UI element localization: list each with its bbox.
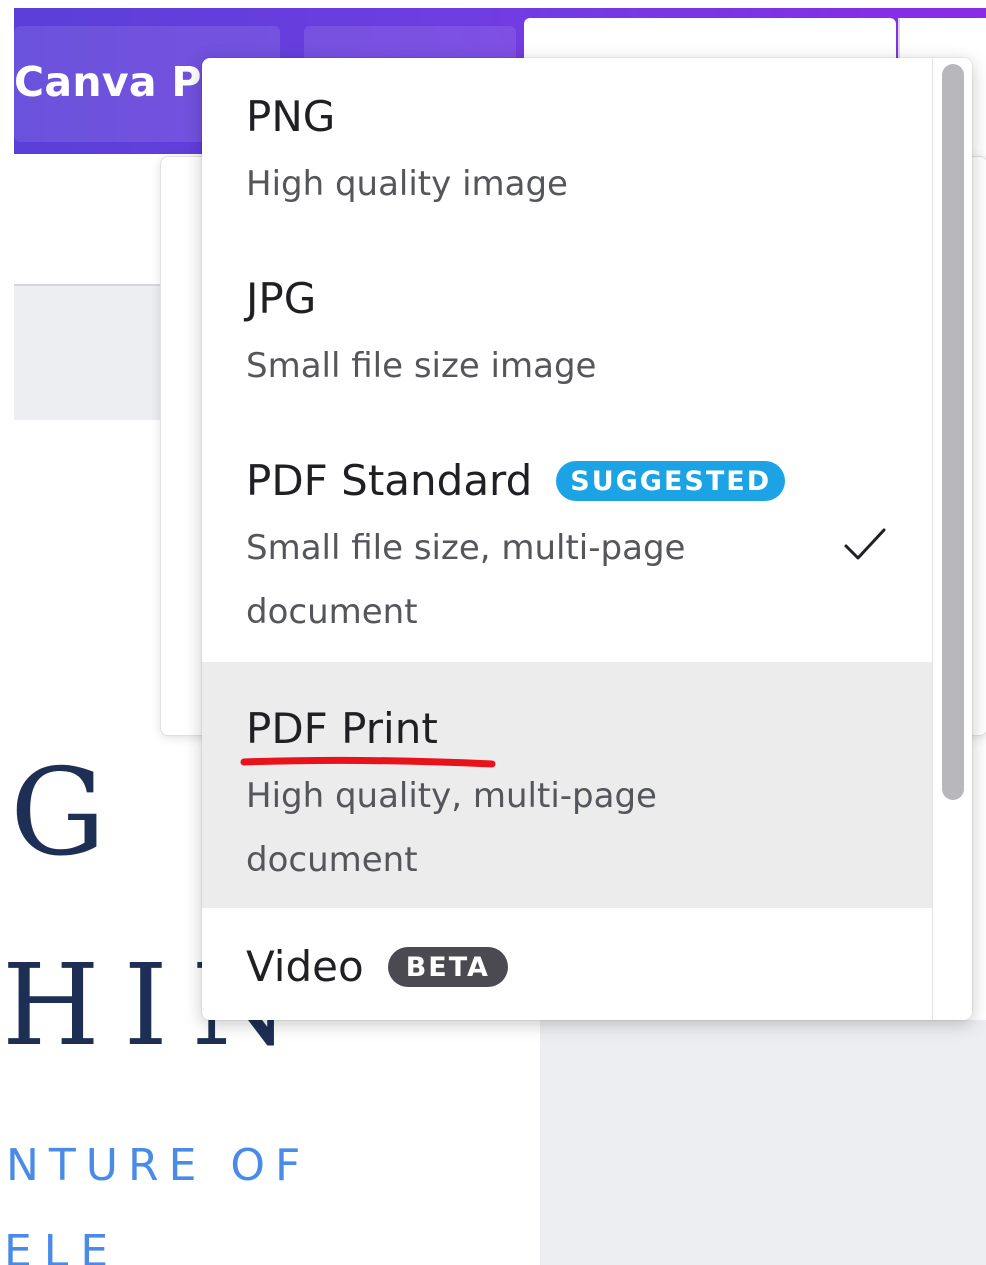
option-title: JPG [246, 274, 317, 323]
option-title: Video [246, 942, 364, 991]
option-description: Small file size, multi-page document [246, 528, 686, 632]
file-type-option-pdf-print[interactable]: PDF Print High quality, multi-page docum… [202, 662, 932, 908]
suggested-badge: SUGGESTED [556, 461, 786, 501]
beta-badge: BETA [387, 947, 508, 987]
option-title: PNG [246, 92, 336, 141]
file-type-option-pdf-standard[interactable]: PDF Standard SUGGESTED Small file size, … [202, 422, 932, 662]
option-description: Small file size image [246, 346, 597, 386]
editor-canvas-background [540, 1020, 986, 1265]
checkmark-icon [844, 528, 886, 560]
option-title: PDF Print [246, 704, 438, 753]
file-type-option-png[interactable]: PNG High quality image [202, 58, 932, 240]
dropdown-scrollbar-thumb[interactable] [942, 64, 964, 800]
file-type-dropdown: PNG High quality image JPG Small file si… [202, 58, 972, 1020]
option-description: High quality image [246, 164, 568, 204]
design-heading-letter[interactable]: G [10, 754, 106, 874]
canva-editor: G HIN NTURE OF ELE Canva Pro ▾ PNG High … [0, 0, 986, 1265]
option-title: PDF Standard [246, 456, 533, 505]
option-description: High quality, multi-page document [246, 776, 657, 880]
file-type-option-jpg[interactable]: JPG Small file size image [202, 240, 932, 422]
file-type-option-video[interactable]: Video BETA [202, 908, 932, 1020]
design-subtitle-line-one[interactable]: NTURE OF [6, 1140, 310, 1191]
design-subtitle-line-two[interactable]: ELE [4, 1226, 120, 1265]
